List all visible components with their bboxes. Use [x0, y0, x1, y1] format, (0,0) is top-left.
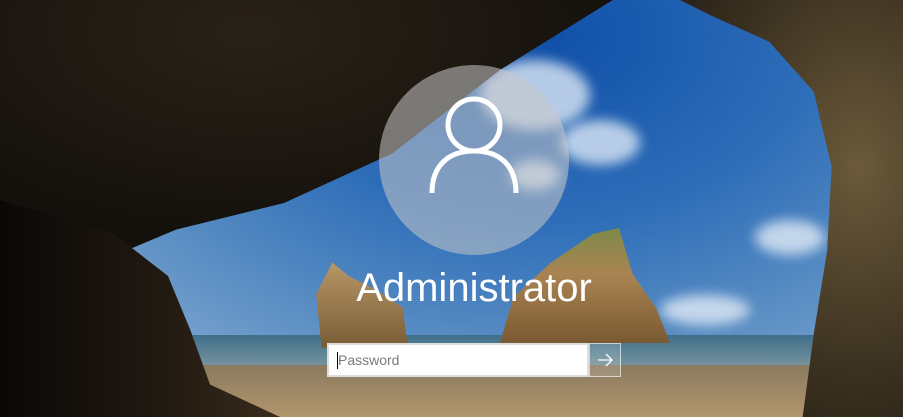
cloud — [755, 220, 825, 255]
cloud — [560, 120, 640, 165]
password-input[interactable] — [329, 345, 587, 375]
user-name: Administrator — [356, 266, 592, 310]
user-icon — [429, 96, 519, 194]
submit-button[interactable] — [589, 343, 621, 377]
password-field-container[interactable]: Password — [327, 343, 589, 377]
text-cursor — [337, 352, 338, 369]
user-avatar — [379, 65, 569, 255]
arrow-right-icon — [598, 353, 613, 367]
